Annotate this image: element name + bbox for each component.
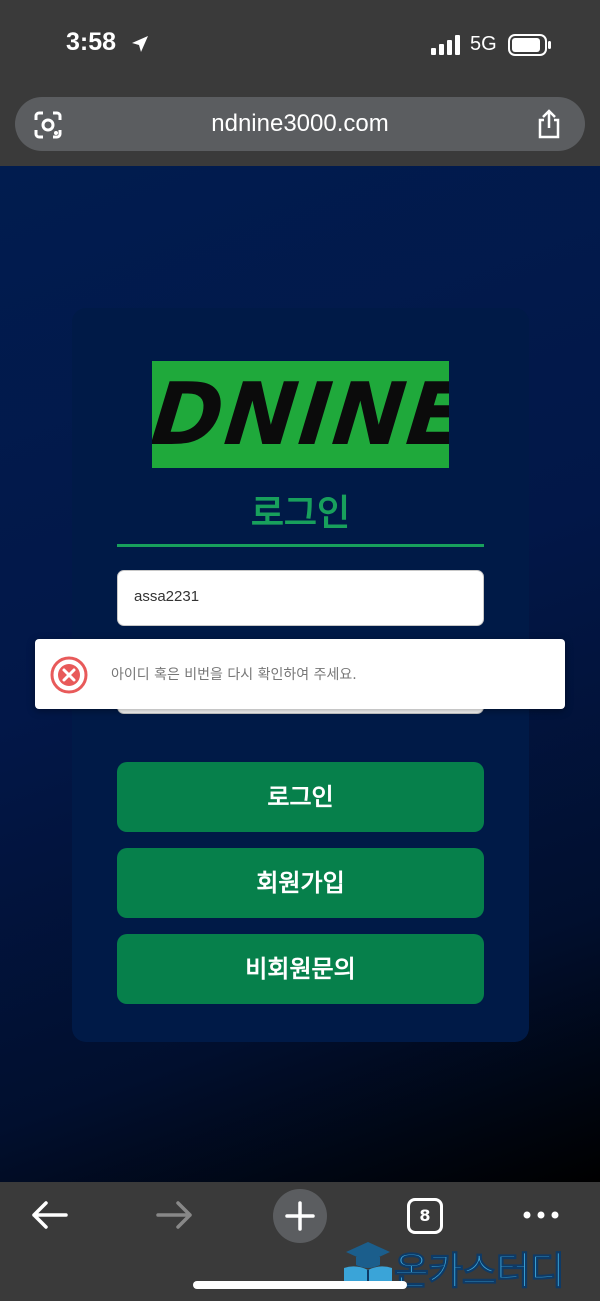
forward-arrow-icon[interactable]	[156, 1200, 194, 1230]
guest-inquiry-button[interactable]: 비회원문의	[117, 934, 484, 1004]
dnine-logo: DNINE	[152, 361, 449, 468]
home-indicator[interactable]	[193, 1281, 407, 1289]
error-x-icon	[50, 656, 88, 694]
title-divider	[117, 544, 484, 547]
watermark-text: 온카스터디	[394, 1249, 566, 1294]
battery-icon	[508, 34, 551, 56]
login-title: 로그인	[250, 493, 351, 534]
signal-strength-icon	[431, 35, 460, 55]
back-arrow-icon[interactable]	[30, 1200, 68, 1230]
new-tab-button[interactable]	[273, 1189, 327, 1243]
error-message: 아이디 혹은 비번을 다시 확인하여 주세요.	[111, 667, 357, 683]
status-time: 3:58	[66, 28, 117, 56]
logo-text: DNINE	[152, 365, 449, 465]
network-type: 5G	[470, 33, 497, 55]
signup-button[interactable]: 회원가입	[117, 848, 484, 918]
error-toast: 아이디 혹은 비번을 다시 확인하여 주세요.	[35, 639, 565, 709]
share-icon[interactable]	[535, 109, 563, 139]
more-options-icon[interactable]	[522, 1210, 560, 1220]
tab-switcher-button[interactable]: 8	[407, 1198, 443, 1234]
address-bar[interactable]: ndnine3000.com	[15, 97, 585, 151]
browser-toolbar: 8 온카스터디	[0, 1182, 600, 1301]
url-text: ndnine3000.com	[211, 110, 389, 137]
username-input[interactable]: assa2231	[117, 570, 484, 626]
browser-chrome: 3:58 5G ndnine3000.com	[0, 0, 600, 166]
location-arrow-icon	[132, 36, 148, 52]
username-value: assa2231	[134, 588, 200, 605]
login-button[interactable]: 로그인	[117, 762, 484, 832]
plus-icon	[285, 1201, 315, 1231]
